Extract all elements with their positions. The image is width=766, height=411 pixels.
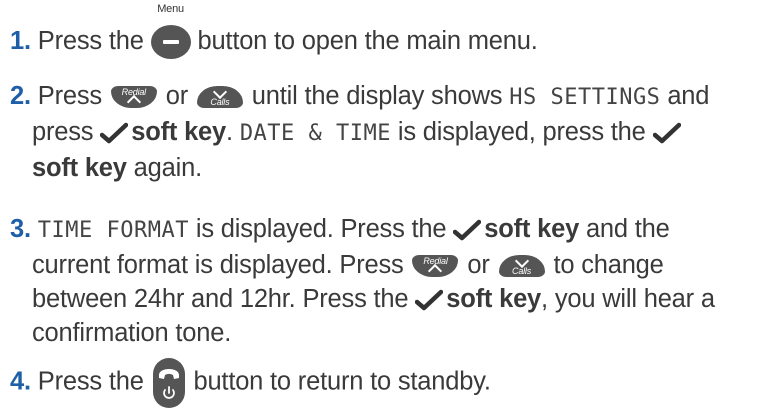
menu-label: Menu [157,3,184,16]
calls-label: Calls [210,97,230,108]
step-text: and [667,82,710,110]
step-4: 4. Press the button to return to standby… [10,358,764,408]
step-text: Press [37,82,102,110]
calls-down-button-icon: Calls [498,254,545,278]
tick-icon [415,290,444,311]
step-3: 3. TIME FORMAT is displayed. Press the s… [10,212,764,350]
redial-up-button-icon: Redial [412,255,459,279]
step-number: 4. [10,367,31,396]
step-text: or [467,251,490,279]
step-text: is displayed, press the [397,118,646,146]
redial-up-button-icon: Redial [110,86,157,110]
soft-key-text: soft key [484,215,580,243]
step-text: until the display shows [251,82,503,110]
display-text: TIME FORMAT [37,218,189,243]
display-text: DATE & TIME [239,121,392,146]
step-text: and the [585,215,670,243]
tick-icon [652,123,681,144]
tick-icon [100,123,129,144]
step-1: 1. Press the Menu button to open the mai… [10,3,764,60]
step-text: between 24hr and 12hr. Press the [32,285,409,313]
soft-key-text: soft key [32,154,127,182]
step-number: 2. [10,82,31,110]
step-text: to change [553,251,664,279]
step-2: 2. Press Redial or Calls until the displ… [10,79,764,185]
step-text: again. [133,154,202,182]
step-number: 1. [10,27,31,55]
end-call-button-icon [152,358,185,408]
step-text: button to return to standby. [193,367,491,396]
calls-down-button-icon: Calls [196,85,243,109]
display-text: HS SETTINGS [509,85,661,110]
step-text: confirmation tone. [32,319,232,347]
step-text: , you will hear a [541,285,715,313]
soft-key-text: soft key [446,285,542,313]
menu-button-icon: Menu [150,3,191,60]
step-number: 3. [10,215,31,243]
soft-key-text: soft key [131,118,227,146]
tick-icon [453,220,482,241]
step-text: Press the [37,367,144,396]
step-text: . [226,118,233,146]
calls-label: Calls [512,266,532,277]
step-text: is displayed. Press the [195,215,447,243]
step-text: Press the [37,27,144,55]
step-text: or [165,82,189,110]
step-text: current format is displayed. Press [32,251,404,279]
step-text: press [32,118,94,146]
step-text: button to open the main menu. [197,27,538,55]
